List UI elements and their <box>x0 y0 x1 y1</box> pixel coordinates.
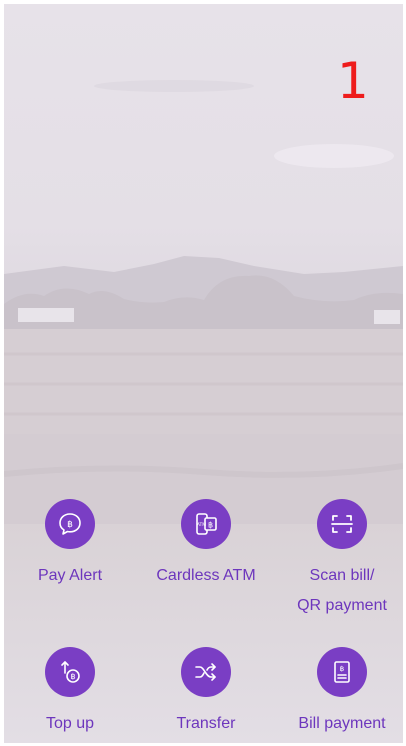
svg-text:ATM: ATM <box>197 522 206 528</box>
transfer-button[interactable]: Transfer <box>140 647 272 739</box>
svg-text:฿: ฿ <box>208 521 213 530</box>
shuffle-arrows-icon <box>181 647 231 697</box>
pay-alert-button[interactable]: ฿ Pay Alert <box>4 499 136 591</box>
bill-payment-label: Bill payment <box>298 715 386 732</box>
scan-bill-label: Scan bill/ <box>309 567 375 584</box>
quick-actions-grid: ฿ Pay Alert ATM ฿ Cardless ATM Scan bill… <box>4 4 403 743</box>
svg-text:฿: ฿ <box>67 520 73 530</box>
bill-document-icon: ฿ <box>317 647 367 697</box>
top-up-coin-icon: ฿ <box>45 647 95 697</box>
bill-payment-button[interactable]: ฿ Bill payment <box>276 647 403 739</box>
top-up-button[interactable]: ฿ Top up <box>4 647 136 739</box>
cardless-atm-button[interactable]: ATM ฿ Cardless ATM <box>140 499 272 591</box>
svg-text:฿: ฿ <box>70 672 75 681</box>
cardless-atm-label: Cardless ATM <box>156 567 256 584</box>
qr-payment-label: QR payment <box>297 597 387 614</box>
transfer-label: Transfer <box>176 715 236 732</box>
atm-phone-icon: ATM ฿ <box>181 499 231 549</box>
svg-text:฿: ฿ <box>340 665 344 673</box>
app-screen: 1 ฿ Pay Alert ATM ฿ Cardless ATM Scan bi… <box>4 4 403 743</box>
top-up-label: Top up <box>45 715 95 732</box>
pay-alert-label: Pay Alert <box>37 567 103 584</box>
baht-chat-bubble-icon: ฿ <box>45 499 95 549</box>
scan-bill-qr-payment-button[interactable]: Scan bill/ QR payment <box>276 499 403 621</box>
scan-frame-icon <box>317 499 367 549</box>
